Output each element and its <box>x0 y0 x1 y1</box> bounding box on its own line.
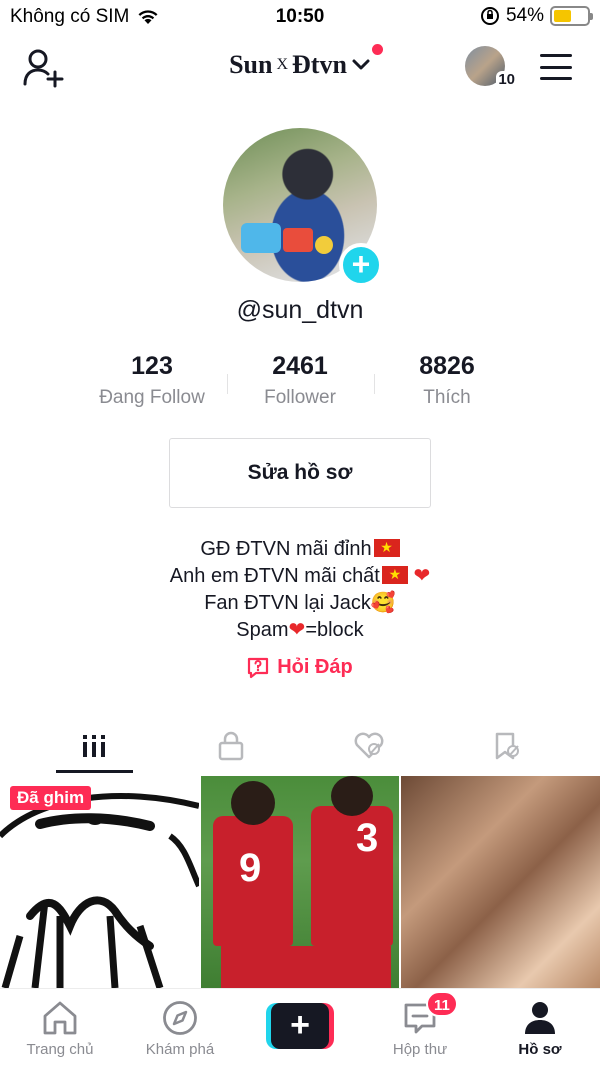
battery-percent: 54% <box>505 5 544 26</box>
vietnam-flag-icon <box>373 537 400 557</box>
friends-count: 10 <box>496 71 517 88</box>
nav-home[interactable]: Trang chủ <box>0 999 120 1058</box>
tab-liked[interactable] <box>294 718 444 774</box>
nav-icon-wrap: 11 <box>360 991 480 1037</box>
chevron-down-icon <box>352 59 370 70</box>
bio-text: Spam <box>236 619 289 641</box>
edit-profile-button[interactable]: Sửa hồ sơ <box>169 438 431 508</box>
battery-icon <box>550 6 593 26</box>
nav-label: Hồ sơ <box>518 1041 562 1058</box>
title-left: Sun <box>229 50 273 79</box>
profile-bio: GĐ ĐTVN mãi đỉnh Anh em ĐTVN mãi chất ❤ … <box>0 536 600 644</box>
active-tab-indicator <box>56 770 133 773</box>
tab-favorites[interactable] <box>432 718 582 774</box>
bio-line: Spam❤=block <box>0 617 600 644</box>
nav-icon-wrap <box>0 999 120 1037</box>
username: @sun_dtvn <box>236 296 364 324</box>
friends-avatar-button[interactable]: 10 <box>465 46 517 88</box>
stat-following[interactable]: 123 Đang Follow <box>77 352 227 409</box>
stat-likes[interactable]: 8826 Thích <box>372 352 522 409</box>
stat-value: 2461 <box>272 352 328 380</box>
pinned-badge: Đã ghim <box>10 786 92 810</box>
nav-icon-wrap <box>480 999 600 1037</box>
lock-icon <box>218 731 244 761</box>
menu-line <box>540 77 572 80</box>
status-bar: Không có SIM 10:50 54% <box>0 0 600 34</box>
nav-label: Hộp thư <box>392 1041 448 1058</box>
tab-private[interactable] <box>156 718 306 774</box>
stat-value: 8826 <box>419 352 475 380</box>
avatar-detail <box>241 223 281 253</box>
inbox-badge: 11 <box>426 991 458 1017</box>
bio-line: Fan ĐTVN lại Jack🥰 <box>0 590 600 617</box>
nav-label: Khám phá <box>145 1041 215 1058</box>
smiling-face-icon: 🥰 <box>370 592 396 614</box>
plus-icon: + <box>271 1003 329 1049</box>
player-figure <box>311 806 393 946</box>
player-head <box>331 776 373 816</box>
bio-line: Anh em ĐTVN mãi chất ❤ <box>0 563 600 590</box>
compass-icon <box>163 1001 197 1035</box>
heart-icon: ❤ <box>413 565 431 587</box>
nav-inbox[interactable]: 11 Hộp thư <box>360 991 480 1058</box>
heart-icon: ❤ <box>288 619 306 641</box>
title-x: X <box>276 56 289 73</box>
nav-label: Trang chủ <box>26 1041 94 1058</box>
orientation-lock-icon <box>480 7 499 25</box>
nav-icon-wrap <box>120 999 240 1037</box>
stat-label: Follower <box>264 387 336 408</box>
create-video-button[interactable]: + <box>266 1003 334 1049</box>
jersey-number: 3 <box>356 816 379 860</box>
qa-label: Hỏi Đáp <box>277 656 353 678</box>
qa-link[interactable]: Hỏi Đáp <box>0 656 600 679</box>
jersey-number: 9 <box>239 846 262 890</box>
bottom-nav: Trang chủ Khám phá + 11 Hộp thư Hồ sơ <box>0 988 600 1067</box>
player-head <box>231 781 275 825</box>
menu-icon[interactable] <box>540 54 572 80</box>
video-thumbnail[interactable]: Đã ghim <box>0 776 199 988</box>
video-grid: Đã ghim 9 3 <box>0 776 600 988</box>
grid-icon <box>83 735 105 757</box>
nav-profile[interactable]: Hồ sơ <box>480 999 600 1058</box>
avatar-detail <box>315 236 333 254</box>
account-switcher[interactable]: Sun X Đtvn <box>229 44 383 80</box>
video-thumbnail[interactable]: 9 3 <box>201 776 399 988</box>
video-thumbnail[interactable] <box>401 776 600 988</box>
menu-line <box>540 54 572 57</box>
bio-text: Fan ĐTVN lại Jack <box>204 592 371 614</box>
battery-fill <box>554 10 572 22</box>
bio-text: =block <box>305 619 364 641</box>
bio-line: GĐ ĐTVN mãi đỉnh <box>0 536 600 563</box>
hidden-heart-icon <box>354 732 384 759</box>
add-avatar-plus-icon[interactable]: + <box>339 243 383 287</box>
home-icon <box>43 1001 77 1035</box>
vietnam-flag-icon <box>381 564 408 584</box>
bio-text: Anh em ĐTVN mãi chất <box>169 565 380 587</box>
profile-icon <box>525 1002 555 1034</box>
bio-text: GĐ ĐTVN mãi đỉnh <box>200 538 372 560</box>
question-bubble-icon <box>248 657 269 678</box>
status-right: 54% <box>480 5 593 27</box>
menu-line <box>540 65 572 69</box>
stat-label: Đang Follow <box>99 387 205 408</box>
nav-discover[interactable]: Khám phá <box>120 999 240 1058</box>
stat-value: 123 <box>131 352 173 380</box>
avatar-detail <box>283 228 313 252</box>
content-tabs <box>0 718 600 774</box>
tab-videos[interactable] <box>19 718 169 774</box>
hidden-bookmark-icon <box>495 732 519 760</box>
stat-label: Thích <box>423 387 471 408</box>
notification-dot <box>371 44 383 55</box>
shorts <box>221 946 391 988</box>
title-right: Đtvn <box>292 50 347 79</box>
stat-followers[interactable]: 2461 Follower <box>225 352 375 409</box>
profile-stats: 123 Đang Follow 2461 Follower 8826 Thích <box>0 352 600 416</box>
profile-header: Sun X Đtvn 10 <box>0 40 600 96</box>
